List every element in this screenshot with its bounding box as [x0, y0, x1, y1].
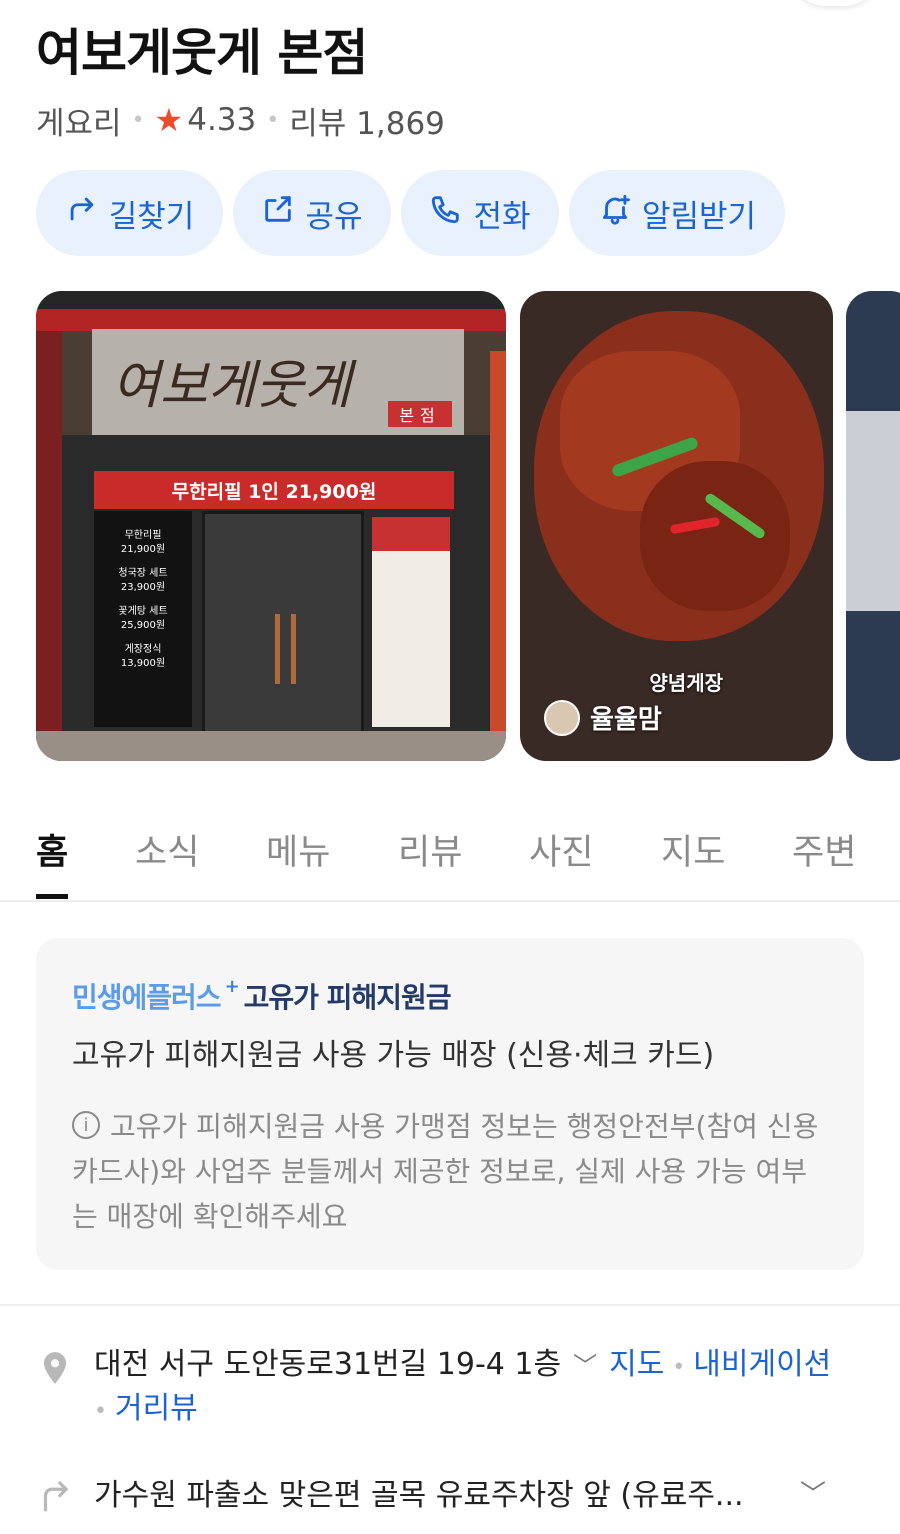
store-poster — [372, 517, 450, 727]
storefront-roof — [36, 291, 506, 309]
share-button[interactable]: 공유 — [233, 170, 391, 256]
menu-line: 25,900원 — [120, 620, 166, 631]
notice-title: 고유가 피해지원금 사용 가능 매장 (신용·체크 카드) — [72, 1038, 715, 1073]
location-pin-icon — [36, 1348, 74, 1388]
interior-wall — [846, 411, 900, 611]
parking-info: 가수원 파출소 맞은편 골목 유료주차장 앞 (유료주... — [94, 1478, 744, 1513]
door-handle — [275, 614, 280, 684]
interior-photo[interactable] — [846, 291, 900, 761]
photo-gallery[interactable]: 여보게웃게 본점 무한리필 1인 21,900원 무한리필 21,900원 청국… — [36, 291, 900, 761]
brand-program: 고유가 피해지원금 — [243, 981, 452, 1014]
support-fund-notice: 민생에플러스 + 고유가 피해지원금 고유가 피해지원금 사용 가능 매장 (신… — [36, 938, 864, 1270]
food-piece — [640, 461, 790, 611]
menu-line: 청국장 세트 — [118, 568, 168, 579]
avatar — [544, 699, 580, 736]
notify-label: 알림받기 — [641, 198, 757, 235]
map-link[interactable]: 지도 — [609, 1347, 664, 1382]
store-sign: 여보게웃게 본점 — [92, 329, 464, 435]
address-line-2: • 거리뷰 — [94, 1386, 198, 1435]
place-meta: 게요리 • ★ 4.33 • 리뷰 1,869 — [36, 98, 445, 143]
share-icon — [261, 192, 295, 234]
separator-dot: • — [672, 1355, 686, 1380]
tab-photos[interactable]: 사진 — [529, 824, 593, 875]
review-count[interactable]: 리뷰 1,869 — [289, 98, 445, 143]
menu-line: 23,900원 — [120, 582, 166, 593]
glass-door — [202, 511, 364, 761]
storefront-photo[interactable]: 여보게웃게 본점 무한리필 1인 21,900원 무한리필 21,900원 청국… — [36, 291, 506, 761]
storefront-wall — [36, 331, 62, 761]
separator-dot: • — [94, 1399, 107, 1424]
door-handle — [291, 614, 296, 684]
tab-menu[interactable]: 메뉴 — [266, 824, 330, 875]
call-button[interactable]: 전화 — [401, 170, 559, 256]
turn-arrow-icon — [36, 1474, 74, 1514]
chevron-down-icon[interactable]: ﹀ — [573, 1343, 597, 1389]
tab-nearby[interactable]: 주변 — [792, 824, 856, 875]
notify-button[interactable]: 알림받기 — [569, 170, 785, 256]
handle-arc — [790, 0, 880, 6]
photo-caption: 양념게장 — [649, 671, 723, 695]
storefront-wall — [490, 351, 506, 761]
plus-icon: + — [224, 975, 240, 997]
tab-reviews[interactable]: 리뷰 — [398, 824, 462, 875]
sign-branch: 본점 — [388, 401, 452, 427]
address-line: 대전 서구 도안동로31번길 19-4 1층 ﹀ 지도 • 내비게이션 — [94, 1342, 831, 1391]
call-label: 전화 — [473, 198, 531, 235]
menu-board: 무한리필 21,900원 청국장 세트 23,900원 꽃게탕 세트 25,90… — [94, 511, 192, 727]
parking-row[interactable]: 가수원 파출소 맞은편 골목 유료주차장 앞 (유료주... ﹀ — [36, 1466, 866, 1516]
street-view-link[interactable]: 거리뷰 — [115, 1391, 198, 1426]
photo-author[interactable]: 율율맘 — [544, 699, 662, 736]
menu-line: 게장정식 — [124, 644, 162, 655]
action-buttons: 길찾기 공유 전화 알림받기 — [36, 170, 785, 256]
place-name: 여보게웃게 본점 — [36, 24, 368, 82]
bell-plus-icon — [598, 192, 632, 234]
tab-home[interactable]: 홈 — [36, 824, 68, 875]
notice-info: i 고유가 피해지원금 사용 가맹점 정보는 행정안전부(참여 신용카드사)와 사… — [72, 1104, 832, 1239]
directions-icon — [65, 192, 99, 234]
category-label: 게요리 — [36, 105, 122, 142]
tab-news[interactable]: 소식 — [135, 824, 199, 875]
author-name: 율율맘 — [590, 705, 662, 735]
share-label: 공유 — [305, 198, 363, 235]
menu-line: 꽃게탕 세트 — [118, 606, 168, 617]
chevron-down-icon[interactable]: ﹀ — [800, 1474, 826, 1511]
phone-icon — [429, 192, 463, 234]
separator-dot: • — [266, 107, 280, 133]
tab-bar: 홈 소식 메뉴 리뷰 사진 지도 주변 — [0, 798, 900, 902]
sign-text: 여보게웃게 — [112, 356, 352, 416]
rating-value: 4.33 — [187, 102, 257, 138]
pavement — [36, 731, 506, 761]
section-divider — [0, 1304, 900, 1306]
notice-info-text: 고유가 피해지원금 사용 가맹점 정보는 행정안전부(참여 신용카드사)와 사업… — [72, 1110, 819, 1233]
directions-label: 길찾기 — [108, 198, 195, 235]
directions-button[interactable]: 길찾기 — [36, 170, 223, 256]
active-tab-indicator — [36, 894, 68, 899]
menu-line: 무한리필 — [124, 530, 162, 541]
notice-brand: 민생에플러스 + 고유가 피해지원금 — [72, 976, 451, 1016]
brand-name: 민생에플러스 — [72, 981, 222, 1014]
refill-banner: 무한리필 1인 21,900원 — [94, 471, 454, 509]
storefront-trim — [36, 309, 506, 331]
navigation-link[interactable]: 내비게이션 — [693, 1347, 831, 1382]
tab-map[interactable]: 지도 — [661, 824, 725, 875]
star-icon: ★ — [154, 101, 184, 139]
menu-line: 13,900원 — [120, 658, 166, 669]
address-text[interactable]: 대전 서구 도안동로31번길 19-4 1층 — [94, 1347, 561, 1382]
menu-line: 21,900원 — [120, 544, 166, 555]
info-icon: i — [72, 1111, 100, 1139]
separator-dot: • — [131, 107, 145, 133]
food-photo[interactable]: 양념게장 율율맘 — [520, 291, 833, 761]
poster-header — [372, 517, 450, 551]
